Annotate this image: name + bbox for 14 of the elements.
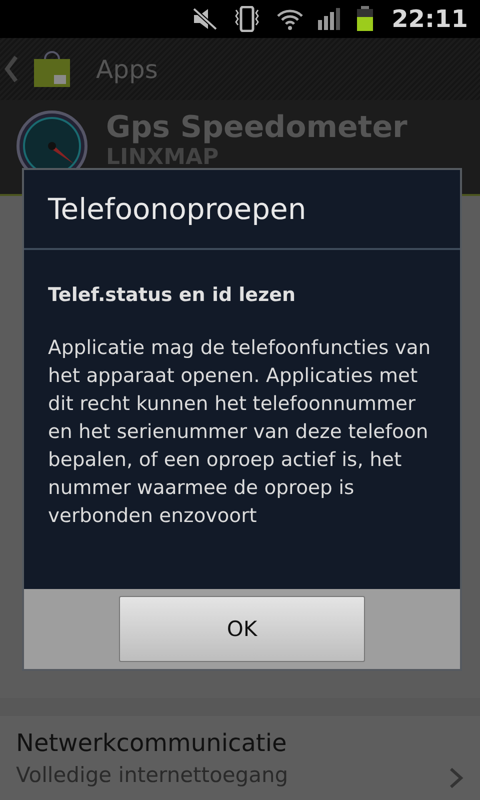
permission-text: Applicatie mag de telefoonfuncties van het apparaat openen. Applicaties met dit recht kunnen het telefoonnummer en het serienummer van deze telefoon bepalen, of een oproep actief is, het nummer waarmee de oproep is verbonden enzovoort <box>48 335 432 529</box>
clock-time: 22:11 <box>392 5 468 33</box>
ok-button[interactable]: OK <box>119 596 365 662</box>
battery-icon <box>356 6 374 32</box>
screen-title: Apps <box>96 54 158 84</box>
app-name: Gps Speedometer <box>106 110 408 145</box>
shopping-bag-icon[interactable] <box>32 49 72 89</box>
permission-name: Telef.status en id lezen <box>48 284 297 306</box>
dialog-title: Telefoonoproepen <box>24 170 460 250</box>
mute-icon <box>192 7 218 31</box>
permission-title: Netwerkcommunicatie <box>16 729 288 757</box>
wifi-icon <box>276 8 304 30</box>
chevron-icon <box>448 767 464 789</box>
signal-icon <box>318 8 342 30</box>
